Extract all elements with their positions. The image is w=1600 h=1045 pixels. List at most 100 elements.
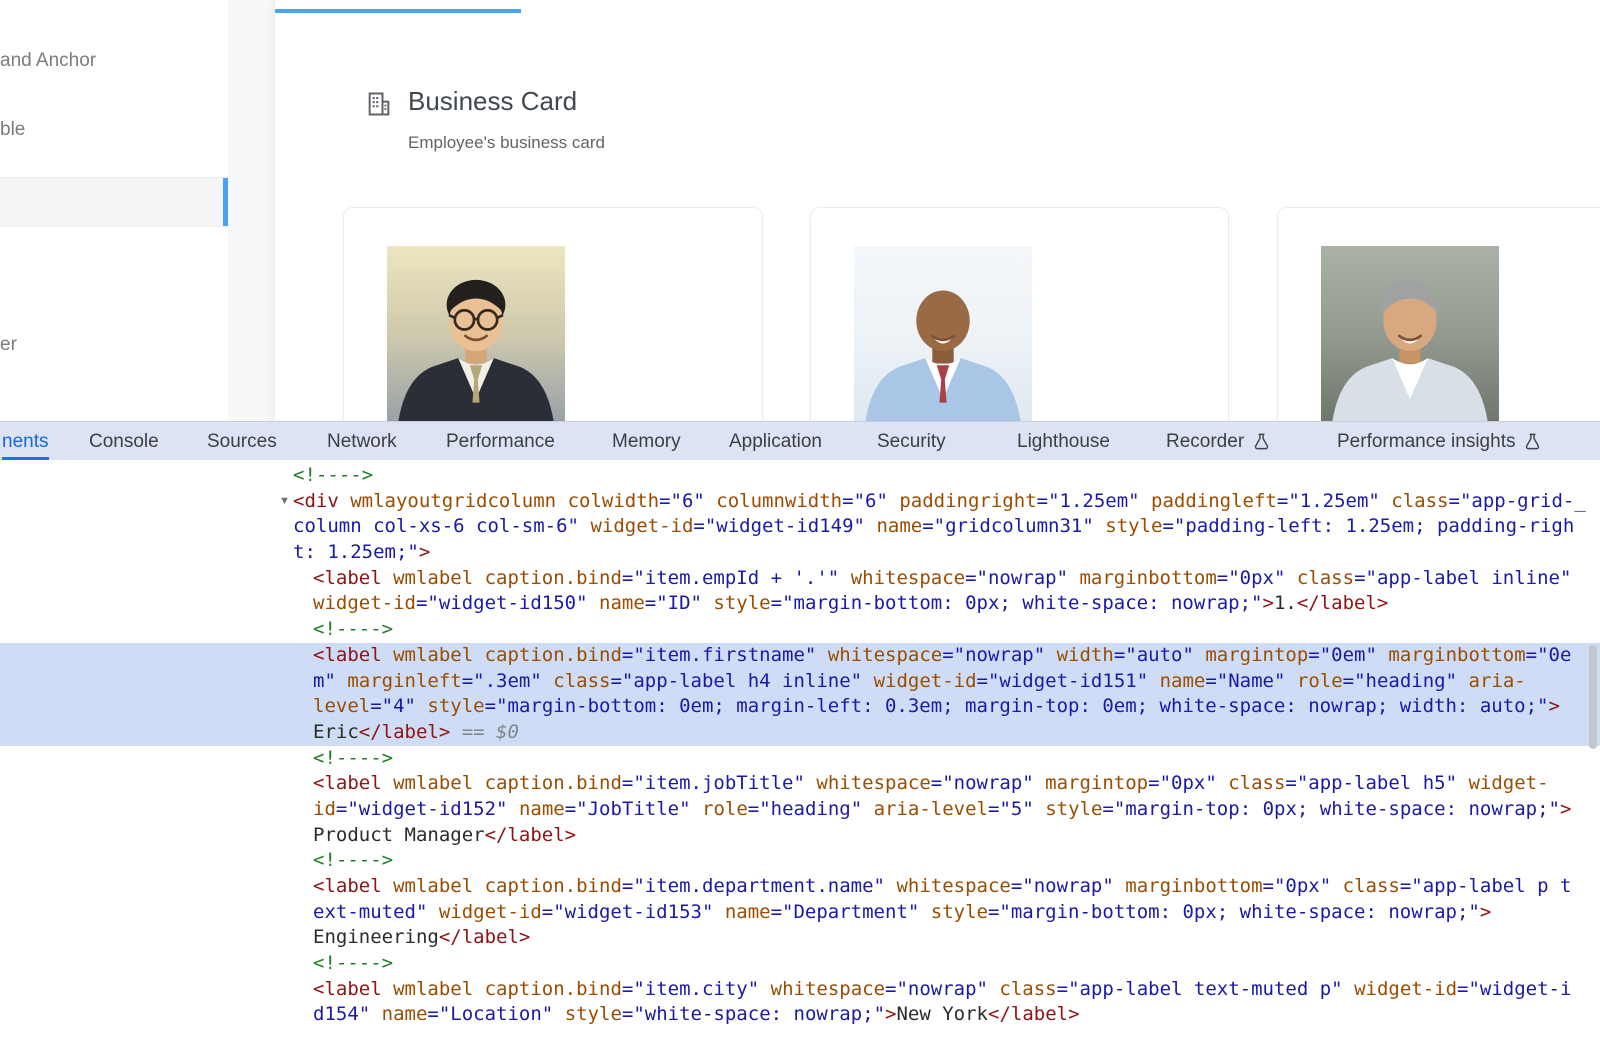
employee-card[interactable] bbox=[1277, 207, 1600, 421]
app-tab-indicator bbox=[275, 9, 521, 13]
syntax-attribute: name bbox=[382, 1003, 428, 1025]
tab-label: Sources bbox=[207, 431, 277, 452]
syntax-value: ="widget-id149" bbox=[693, 515, 865, 537]
dom-node-line[interactable]: <label wmlabel caption.bind="item.city" … bbox=[0, 977, 1600, 1003]
devtools-tab-recorder[interactable]: Recorder bbox=[1166, 422, 1271, 461]
employee-card[interactable] bbox=[343, 207, 763, 421]
syntax-text bbox=[1377, 644, 1388, 666]
syntax-attribute: whitespace bbox=[896, 875, 1010, 897]
devtools-tab-sources[interactable]: Sources bbox=[207, 422, 277, 461]
syntax-attribute: class bbox=[553, 670, 610, 692]
syntax-value: ="0px" bbox=[1263, 875, 1332, 897]
syntax-value: ="6" bbox=[659, 490, 705, 512]
dom-node-line[interactable]: <!----> bbox=[0, 848, 1600, 874]
syntax-attribute: role bbox=[1297, 670, 1343, 692]
syntax-value: ="Name" bbox=[1205, 670, 1285, 692]
syntax-comment: <!----> bbox=[313, 952, 393, 974]
devtools-tab-security[interactable]: Security bbox=[877, 422, 946, 461]
dom-node-selected[interactable]: m" marginleft=".3em" class="app-label h4… bbox=[0, 669, 1600, 695]
syntax-attribute: style bbox=[427, 695, 484, 717]
expand-arrow-icon[interactable]: ▼ bbox=[279, 489, 290, 515]
flask-icon bbox=[1244, 431, 1271, 452]
syntax-text bbox=[1285, 567, 1296, 589]
syntax-value: ="JobTitle" bbox=[565, 798, 691, 820]
syntax-attribute: widget-id bbox=[874, 670, 977, 692]
dom-node-selected[interactable]: Eric</label> == $0 bbox=[0, 720, 1600, 746]
syntax-value: t: 1.25em;" bbox=[293, 541, 419, 563]
dom-node-line[interactable]: <label wmlabel caption.bind="item.jobTit… bbox=[0, 771, 1600, 797]
devtools-tab-performance-insights[interactable]: Performance insights bbox=[1337, 422, 1542, 461]
devtools-tab-lighthouse[interactable]: Lighthouse bbox=[1017, 422, 1110, 461]
syntax-tag: <label bbox=[313, 772, 393, 794]
syntax-text bbox=[416, 695, 427, 717]
syntax-value: ="margin-bottom: 0px; white-space: nowra… bbox=[771, 592, 1263, 614]
syntax-tag: <label bbox=[313, 567, 393, 589]
dom-node-line[interactable]: <label wmlabel caption.bind="item.depart… bbox=[0, 874, 1600, 900]
devtools-tab-memory[interactable]: Memory bbox=[612, 422, 681, 461]
syntax-value: ="widget-id150" bbox=[416, 592, 588, 614]
dom-node-line[interactable]: <!----> bbox=[0, 463, 1600, 489]
syntax-text bbox=[885, 875, 896, 897]
sidebar-item[interactable]: ble bbox=[0, 119, 228, 141]
syntax-value: ="4" bbox=[370, 695, 416, 717]
dom-node-line[interactable]: ▼<div wmlayoutgridcolumn colwidth="6" co… bbox=[0, 489, 1600, 515]
syntax-value: ="margin-top: 0px; white-space: nowrap;" bbox=[1102, 798, 1560, 820]
syntax-text bbox=[556, 490, 567, 512]
syntax-text bbox=[507, 798, 518, 820]
dom-node-line[interactable]: ext-muted" widget-id="widget-id153" name… bbox=[0, 900, 1600, 926]
syntax-value: ="0px" bbox=[1148, 772, 1217, 794]
syntax-tag: </label> bbox=[439, 926, 531, 948]
sidebar-item[interactable]: and Anchor bbox=[0, 50, 228, 72]
devtools-tab-console[interactable]: Console bbox=[89, 422, 159, 461]
syntax-value: column col-xs-6 col-sm-6" bbox=[293, 515, 579, 537]
console-equals: == bbox=[450, 721, 496, 743]
dom-node-selected[interactable]: level="4" style="margin-bottom: 0em; mar… bbox=[0, 694, 1600, 720]
syntax-text bbox=[705, 490, 716, 512]
syntax-value: ="item.jobTitle" bbox=[622, 772, 805, 794]
syntax-text bbox=[473, 772, 484, 794]
syntax-text bbox=[691, 798, 702, 820]
syntax-text bbox=[1331, 875, 1342, 897]
syntax-text bbox=[427, 901, 438, 923]
syntax-tag: <label bbox=[313, 875, 393, 897]
syntax-value: ="0px" bbox=[1217, 567, 1286, 589]
dom-node-line[interactable]: <!----> bbox=[0, 746, 1600, 772]
employee-card[interactable] bbox=[810, 207, 1229, 421]
dom-node-selected[interactable]: <label wmlabel caption.bind="item.firstn… bbox=[0, 643, 1600, 669]
syntax-attribute: wmlayoutgridcolumn bbox=[350, 490, 556, 512]
dom-node-line[interactable]: id="widget-id152" name="JobTitle" role="… bbox=[0, 797, 1600, 823]
dom-node-line[interactable]: <label wmlabel caption.bind="item.empId … bbox=[0, 566, 1600, 592]
syntax-value: ="ID" bbox=[645, 592, 702, 614]
syntax-text bbox=[542, 670, 553, 692]
sidebar-selected-item[interactable] bbox=[0, 177, 228, 227]
devtools-tab-performance[interactable]: Performance bbox=[446, 422, 555, 461]
devtools-tab-network[interactable]: Network bbox=[327, 422, 397, 461]
dom-node-line[interactable]: column col-xs-6 col-sm-6" widget-id="wid… bbox=[0, 514, 1600, 540]
syntax-text bbox=[473, 567, 484, 589]
dom-node-line[interactable]: Product Manager</label> bbox=[0, 823, 1600, 849]
syntax-attribute: widget-id bbox=[590, 515, 693, 537]
sidebar-item[interactable]: er bbox=[0, 334, 228, 356]
dom-node-line[interactable]: widget-id="widget-id150" name="ID" style… bbox=[0, 591, 1600, 617]
scrollbar-thumb[interactable] bbox=[1589, 645, 1597, 749]
syntax-value: ="0e bbox=[1526, 644, 1572, 666]
devtools-tab-nents[interactable]: nents bbox=[2, 422, 48, 461]
syntax-value: ="heading" bbox=[748, 798, 862, 820]
syntax-attribute: marginbottom bbox=[1079, 567, 1216, 589]
syntax-attribute: class bbox=[1228, 772, 1285, 794]
syntax-value: ="0em" bbox=[1308, 644, 1377, 666]
syntax-text bbox=[1148, 670, 1159, 692]
syntax-attribute: colwidth bbox=[568, 490, 660, 512]
elements-tree[interactable]: <!---->▼<div wmlayoutgridcolumn colwidth… bbox=[0, 460, 1600, 1045]
dom-node-line[interactable]: d154" name="Location" style="white-space… bbox=[0, 1002, 1600, 1028]
dom-node-line[interactable]: <!----> bbox=[0, 617, 1600, 643]
building-icon bbox=[365, 90, 393, 118]
dom-node-line[interactable]: <!----> bbox=[0, 951, 1600, 977]
syntax-value: ="Department" bbox=[771, 901, 920, 923]
dom-node-line[interactable]: Engineering</label> bbox=[0, 925, 1600, 951]
devtools-tab-application[interactable]: Application bbox=[729, 422, 822, 461]
syntax-text: Engineering bbox=[313, 926, 439, 948]
dom-node-line[interactable]: t: 1.25em;"> bbox=[0, 540, 1600, 566]
tab-label: Security bbox=[877, 431, 946, 452]
syntax-value: ="white-space: nowrap;" bbox=[622, 1003, 885, 1025]
